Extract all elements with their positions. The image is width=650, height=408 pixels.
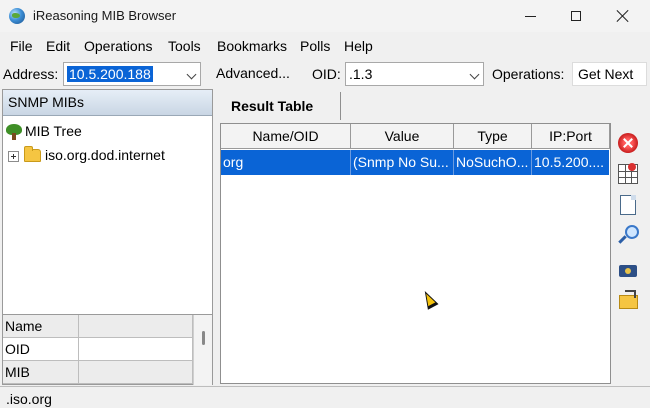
menu-file[interactable]: File bbox=[10, 38, 33, 54]
maximize-button[interactable] bbox=[553, 0, 599, 32]
prop-name-label: Name bbox=[3, 315, 79, 338]
menu-bar: File Edit Operations Tools Bookmarks Pol… bbox=[0, 32, 650, 60]
column-ip-port[interactable]: IP:Port bbox=[532, 124, 610, 149]
oid-value[interactable]: .1.3 bbox=[349, 66, 372, 82]
chevron-down-icon[interactable] bbox=[469, 69, 480, 80]
tree-icon bbox=[5, 124, 23, 140]
capture-icon[interactable] bbox=[618, 259, 638, 279]
mib-tree: MIB Tree iso.org.dod.internet bbox=[3, 117, 212, 307]
open-folder-icon[interactable] bbox=[618, 289, 638, 309]
document-icon[interactable] bbox=[620, 195, 636, 215]
column-type[interactable]: Type bbox=[454, 124, 532, 149]
globe-icon bbox=[9, 8, 25, 24]
menu-edit[interactable]: Edit bbox=[46, 38, 70, 54]
menu-help[interactable]: Help bbox=[344, 38, 373, 54]
operations-select[interactable]: Get Next bbox=[572, 62, 647, 86]
chevron-down-icon[interactable] bbox=[186, 69, 197, 80]
menu-operations[interactable]: Operations bbox=[84, 38, 152, 54]
prop-oid-value bbox=[79, 338, 193, 361]
expand-icon[interactable] bbox=[8, 151, 19, 162]
properties-table: Name OID MIB bbox=[3, 314, 212, 385]
find-icon[interactable] bbox=[618, 224, 639, 244]
column-value[interactable]: Value bbox=[351, 124, 454, 149]
minimize-button[interactable] bbox=[507, 0, 553, 32]
cell-name[interactable]: org bbox=[221, 150, 351, 175]
clear-table-icon[interactable] bbox=[618, 163, 638, 184]
prop-name-value bbox=[79, 315, 193, 338]
status-bar: .iso.org bbox=[0, 386, 650, 408]
close-button[interactable] bbox=[600, 0, 646, 32]
prop-mib-label: MIB bbox=[3, 361, 79, 384]
cell-value[interactable]: (Snmp No Su... bbox=[351, 150, 454, 175]
cell-ip-port[interactable]: 10.5.200.... bbox=[532, 150, 609, 175]
operations-label: Operations: bbox=[492, 66, 565, 82]
address-value[interactable]: 10.5.200.188 bbox=[67, 66, 153, 82]
properties-scrollbar[interactable] bbox=[193, 315, 212, 385]
oid-label: OID: bbox=[312, 66, 341, 82]
tree-node-internet-label: iso.org.dod.internet bbox=[45, 147, 165, 163]
minimize-icon bbox=[524, 15, 536, 17]
window-title: iReasoning MIB Browser bbox=[33, 8, 177, 23]
advanced-button[interactable]: Advanced... bbox=[212, 62, 294, 86]
delete-icon[interactable] bbox=[618, 133, 638, 153]
cell-type[interactable]: NoSuchO... bbox=[454, 150, 532, 175]
menu-tools[interactable]: Tools bbox=[168, 38, 201, 54]
snmp-mibs-header: SNMP MIBs bbox=[3, 90, 212, 116]
title-bar: iReasoning MIB Browser bbox=[0, 0, 650, 32]
snmp-mibs-panel: SNMP MIBs MIB Tree iso.org.dod.internet … bbox=[2, 89, 213, 385]
menu-polls[interactable]: Polls bbox=[300, 38, 330, 54]
result-table: Name/OID Value Type IP:Port org (Snmp No… bbox=[220, 123, 611, 384]
close-icon bbox=[617, 10, 629, 22]
status-text: .iso.org bbox=[6, 391, 52, 407]
tree-node-root[interactable]: MIB Tree bbox=[3, 122, 203, 142]
address-toolbar: Address: 10.5.200.188 Advanced... OID: .… bbox=[0, 60, 650, 88]
table-row[interactable]: org (Snmp No Su... NoSuchO... 10.5.200..… bbox=[221, 150, 609, 175]
prop-mib-value bbox=[79, 361, 193, 384]
address-combo[interactable]: 10.5.200.188 bbox=[63, 62, 201, 86]
address-label: Address: bbox=[3, 66, 59, 82]
tree-node-root-label: MIB Tree bbox=[25, 123, 82, 139]
tree-node-internet[interactable]: iso.org.dod.internet bbox=[3, 146, 203, 166]
maximize-icon bbox=[571, 11, 581, 21]
menu-bookmarks[interactable]: Bookmarks bbox=[217, 38, 287, 54]
folder-icon bbox=[24, 146, 41, 162]
prop-oid-label: OID bbox=[3, 338, 79, 361]
tab-result-table[interactable]: Result Table bbox=[221, 92, 341, 120]
result-toolbar bbox=[612, 123, 648, 384]
column-name-oid[interactable]: Name/OID bbox=[221, 124, 351, 149]
oid-combo[interactable]: .1.3 bbox=[345, 62, 484, 86]
